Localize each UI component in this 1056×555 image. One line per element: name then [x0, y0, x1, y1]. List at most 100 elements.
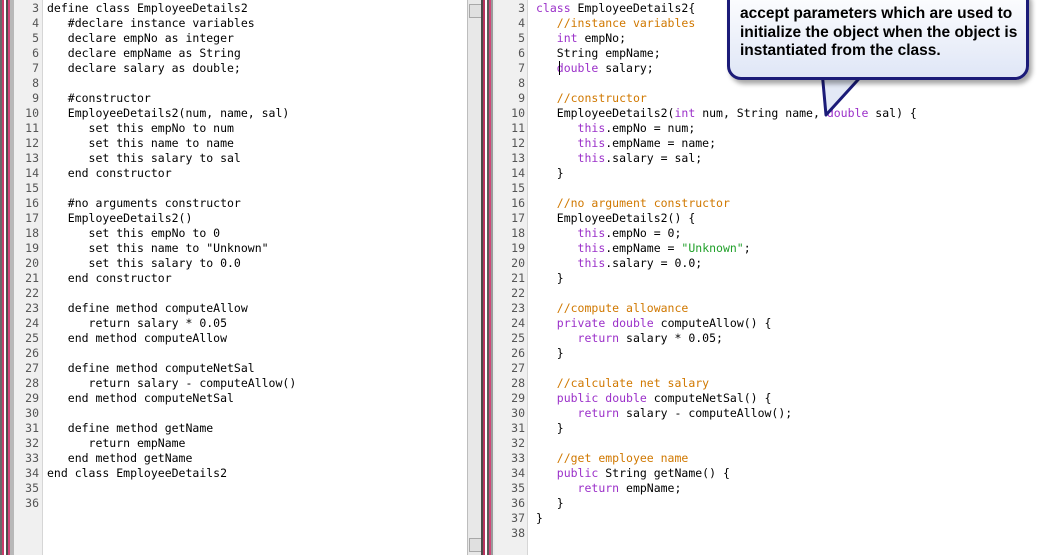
- keyword-token: return: [577, 406, 620, 420]
- code-token: empName;: [619, 481, 682, 495]
- line-number: 21: [511, 271, 525, 285]
- line-number: 12: [511, 136, 525, 150]
- code-token: EmployeeDetails2(: [536, 106, 675, 120]
- keyword-token: double: [605, 391, 647, 405]
- line-number: 24: [25, 316, 39, 330]
- code-line: #no arguments constructor: [47, 196, 241, 210]
- code-line: set this salary to sal: [47, 151, 241, 165]
- code-line: set this name to "Unknown": [47, 241, 269, 255]
- line-number: 12: [25, 136, 39, 150]
- code-token: salary;: [598, 61, 654, 75]
- code-line: end class EmployeeDetails2: [47, 466, 228, 480]
- code-line: public double computeNetSal() {: [536, 391, 772, 406]
- string-token: "Unknown": [681, 241, 744, 255]
- code-line: define method getName: [47, 421, 214, 435]
- code-token: }: [536, 511, 543, 525]
- code-line: define method computeAllow: [47, 301, 248, 315]
- line-number: 9: [32, 91, 39, 105]
- line-number: 19: [511, 241, 525, 255]
- code-token: }: [536, 166, 564, 180]
- comment-token: //constructor: [556, 91, 647, 105]
- line-number: 18: [25, 226, 39, 240]
- keyword-token: this: [577, 136, 606, 150]
- keyword-token: return: [577, 481, 620, 495]
- line-number: 14: [511, 166, 525, 180]
- code-line: this.salary = sal;: [536, 151, 703, 166]
- code-token: .empNo = num;: [605, 121, 696, 135]
- code-line: }: [536, 511, 543, 526]
- line-number: 11: [25, 121, 39, 135]
- code-token: computeNetSal() {: [646, 391, 772, 405]
- line-number: 28: [511, 376, 525, 390]
- line-number: 29: [25, 391, 39, 405]
- code-line: set this name to name: [47, 136, 234, 150]
- line-number: 15: [25, 181, 39, 195]
- code-line: set this empNo to num: [47, 121, 234, 135]
- line-number: 9: [518, 91, 525, 105]
- left-editor-pane[interactable]: 3 define class EmployeeDetails2 4 #declare…: [14, 0, 467, 555]
- line-number: 31: [25, 421, 39, 435]
- line-number: 27: [25, 361, 39, 375]
- keyword-token: return: [577, 331, 620, 345]
- right-editor-pane[interactable]: 3 class EmployeeDetails2{4 //instance var…: [495, 0, 1056, 555]
- keyword-token: this: [577, 226, 606, 240]
- line-number: 26: [25, 346, 39, 360]
- code-line: this.empNo = 0;: [536, 226, 682, 241]
- code-line: declare empNo as integer: [47, 31, 234, 45]
- line-number: 34: [511, 466, 525, 480]
- line-number: 32: [25, 436, 39, 450]
- code-line: return salary - computeAllow();: [536, 406, 793, 421]
- code-token: empNo;: [577, 31, 627, 45]
- code-line: String empName;: [536, 46, 661, 61]
- line-number: 30: [25, 406, 39, 420]
- line-number: 33: [511, 451, 525, 465]
- line-number: 6: [518, 46, 525, 60]
- keyword-token: private: [556, 316, 606, 330]
- left-scrollbar[interactable]: [467, 0, 483, 555]
- code-line: //constructor: [536, 91, 647, 106]
- code-line: end constructor: [47, 166, 172, 180]
- code-line: }: [536, 421, 564, 436]
- code-line: this.empNo = num;: [536, 121, 696, 136]
- code-token: }: [536, 496, 564, 510]
- code-token: computeAllow() {: [653, 316, 772, 330]
- line-number: 13: [25, 151, 39, 165]
- line-number: 20: [511, 256, 525, 270]
- comment-token: //compute allowance: [556, 301, 689, 315]
- code-token: salary - computeAllow();: [619, 406, 793, 420]
- keyword-token: int: [556, 31, 578, 45]
- code-line: }: [536, 346, 564, 361]
- code-line: define class EmployeeDetails2: [47, 1, 248, 15]
- line-number: 23: [511, 301, 525, 315]
- code-line: this.empName = "Unknown";: [536, 241, 751, 256]
- line-number: 28: [25, 376, 39, 390]
- code-line: }: [536, 271, 564, 286]
- line-number: 18: [511, 226, 525, 240]
- code-line: #constructor: [47, 91, 151, 105]
- code-line: return empName: [47, 436, 186, 450]
- code-token: String getName() {: [598, 466, 730, 480]
- code-line: end method computeNetSal: [47, 391, 234, 405]
- line-number: 5: [518, 31, 525, 45]
- code-line: //no argument constructor: [536, 196, 730, 211]
- pane-splitter[interactable]: [481, 0, 495, 555]
- line-number: 25: [25, 331, 39, 345]
- line-number: 8: [518, 76, 525, 90]
- line-number: 27: [511, 361, 525, 375]
- line-number: 7: [518, 61, 525, 75]
- code-token: .empNo = 0;: [605, 226, 682, 240]
- code-token: .salary = 0.0;: [605, 256, 703, 270]
- text-cursor: [559, 61, 560, 75]
- comment-token: //calculate net salary: [556, 376, 710, 390]
- code-line: //instance variables: [536, 16, 695, 31]
- keyword-token: double: [612, 316, 654, 330]
